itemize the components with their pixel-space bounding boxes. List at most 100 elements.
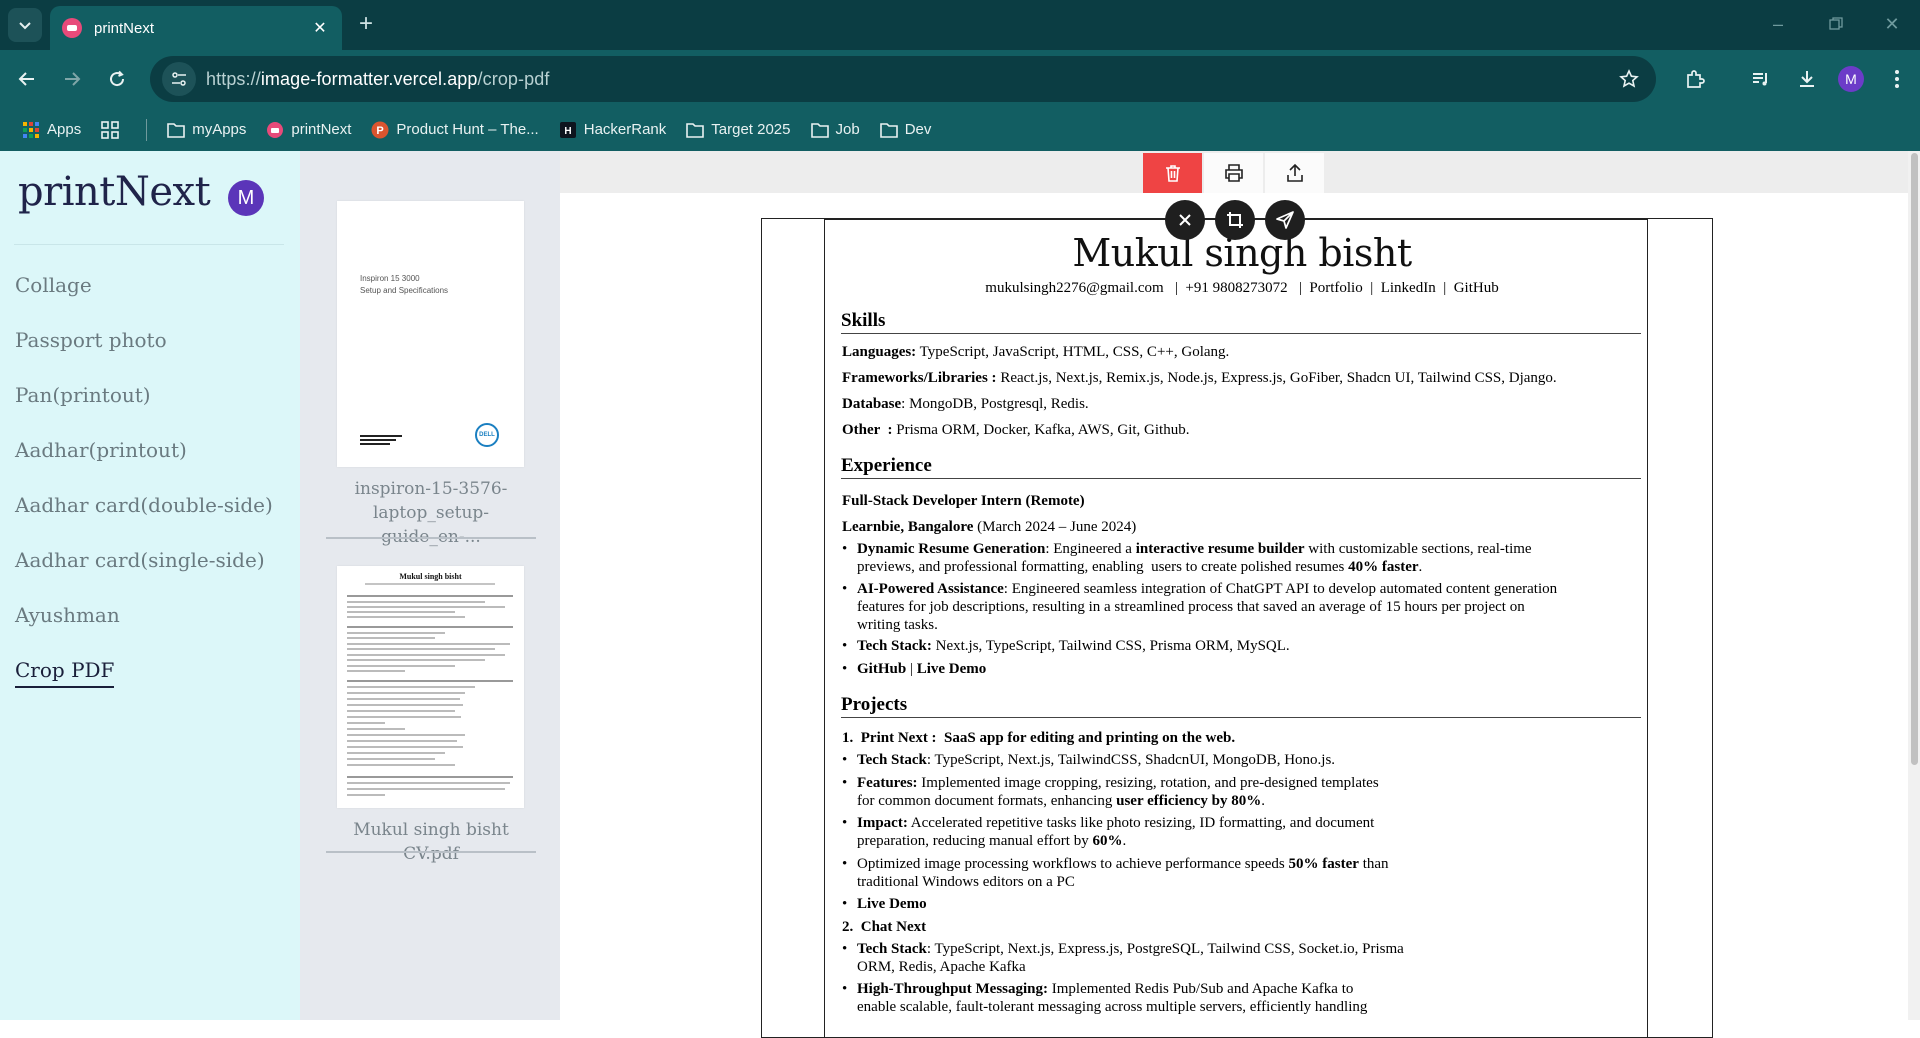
sidebar-item-label: Passport photo — [15, 328, 167, 352]
sidebar-item-aadhar-double[interactable]: Aadhar card(double-side) — [15, 489, 273, 544]
bullet-text: . — [1122, 833, 1127, 849]
playlist-icon — [1753, 73, 1767, 86]
printnext-favicon — [62, 18, 82, 38]
brand-logo[interactable]: printNext — [18, 169, 211, 215]
address-bar[interactable]: https://image-formatter.vercel.app/crop-… — [150, 56, 1656, 102]
exp-bullet: • Tech Stack: Next.js, TypeScript, Tailw… — [842, 638, 1290, 654]
reload-button[interactable] — [100, 62, 134, 96]
bookmark-product-hunt[interactable]: P Product Hunt – The... — [371, 121, 539, 139]
bullet-text: : Engineered a — [1045, 541, 1136, 557]
bookmarks-separator — [146, 118, 148, 141]
browser-tab-bar: printNext ✕ + – ✕ — [0, 0, 1920, 50]
bookmark-job[interactable]: Job — [810, 121, 860, 139]
bullet-bold: interactive resume builder — [1135, 541, 1305, 557]
scrollbar-thumb[interactable] — [1911, 153, 1918, 765]
extensions-button[interactable] — [1678, 62, 1712, 96]
bookmark-myapps[interactable]: myApps — [167, 121, 246, 139]
reload-icon — [110, 70, 125, 87]
url-text: https://image-formatter.vercel.app/crop-… — [206, 69, 549, 90]
bookmark-tab-groups[interactable] — [101, 120, 126, 139]
sidebar-item-crop-pdf[interactable]: Crop PDF — [15, 654, 273, 709]
bullet-text: ORM, Redis, Apache Kafka — [857, 959, 1026, 975]
bookmark-apps[interactable]: Apps — [22, 121, 81, 139]
close-window-button[interactable]: ✕ — [1872, 10, 1912, 38]
sidebar-item-passport-photo[interactable]: Passport photo — [15, 324, 273, 379]
bookmark-label: printNext — [291, 121, 352, 138]
exp-company: Learnbie, Bangalore (March 2024 – June 2… — [842, 518, 1136, 536]
live-demo-link[interactable]: Live Demo — [857, 896, 927, 912]
restore-window-button[interactable] — [1816, 10, 1856, 38]
file-name-line1: Mukul singh bisht CV.pdf — [353, 820, 509, 864]
bookmark-dev[interactable]: Dev — [879, 121, 931, 139]
puzzle-icon — [1687, 70, 1705, 88]
bullet-text: Accelerated repetitive tasks like photo … — [907, 815, 1375, 831]
bullet-key: Impact: — [857, 815, 908, 831]
bullet-key: Features: — [857, 775, 918, 791]
sidebar-item-aadhar-printout[interactable]: Aadhar(printout) — [15, 434, 273, 489]
chevron-down-icon — [19, 22, 31, 30]
bullet-text: with customizable sections, real-time — [1304, 541, 1532, 557]
bookmark-printnext[interactable]: printNext — [266, 121, 351, 139]
bullet-text: Next.js, TypeScript, Tailwind CSS, Prism… — [931, 638, 1290, 654]
live-demo-link[interactable]: Live Demo — [917, 661, 987, 677]
bullet-text: traditional Windows editors on a PC — [857, 874, 1075, 890]
bullet-text: : TypeScript, Next.js, TailwindCSS, Shad… — [926, 752, 1336, 768]
project-bullet: • High-Throughput Messaging: Implemented… — [842, 981, 1368, 1015]
sidebar-item-pan-printout[interactable]: Pan(printout) — [15, 379, 273, 434]
bookmark-star-icon[interactable] — [1616, 66, 1642, 92]
skill-key: Frameworks/Libraries : — [842, 370, 997, 386]
downloads-button[interactable] — [1790, 62, 1824, 96]
project-bullet: • Live Demo — [842, 896, 927, 912]
sidebar-item-aadhar-single[interactable]: Aadhar card(single-side) — [15, 544, 273, 599]
cancel-crop-button[interactable] — [1165, 200, 1205, 240]
sidebar-item-label: Aadhar card(single-side) — [15, 548, 265, 572]
tab-search-button[interactable] — [8, 8, 42, 42]
close-icon — [1179, 214, 1191, 226]
exp-company-name: Learnbie, Bangalore — [842, 519, 974, 535]
profile-avatar[interactable]: M — [1838, 66, 1864, 92]
more-vertical-icon — [1895, 70, 1899, 88]
thumb-title: Mukul singh bisht — [399, 572, 462, 581]
cv-thumbnail-lines — [347, 583, 513, 796]
restore-icon — [1829, 17, 1843, 30]
thumb-title: Inspiron 15 3000 — [360, 274, 420, 283]
github-link[interactable]: GitHub — [857, 661, 906, 677]
arrow-left-icon — [18, 72, 34, 86]
skill-languages: Languages: TypeScript, JavaScript, HTML,… — [842, 343, 1229, 361]
sidebar-item-collage[interactable]: Collage — [15, 269, 273, 324]
bullet-key: High-Throughput Messaging: — [857, 981, 1049, 997]
skill-frameworks: Frameworks/Libraries : React.js, Next.js… — [842, 369, 1557, 387]
sidebar-item-label: Aadhar(printout) — [15, 438, 187, 462]
new-tab-button[interactable]: + — [352, 10, 380, 38]
browser-menu-button[interactable] — [1880, 62, 1914, 96]
skill-key: Database — [842, 396, 902, 412]
sidebar-item-label: Collage — [15, 273, 92, 297]
skill-value: Prisma ORM, Docker, Kafka, AWS, Git, Git… — [892, 422, 1190, 438]
exp-bullet: • AI-Powered Assistance: Engineered seam… — [842, 581, 1558, 633]
back-button[interactable] — [10, 62, 44, 96]
site-info-icon[interactable] — [162, 62, 196, 96]
exp-dates: (March 2024 – June 2024) — [973, 519, 1137, 535]
folder-icon — [167, 121, 186, 139]
bookmark-target-2025[interactable]: Target 2025 — [686, 121, 791, 139]
skill-key: Languages: — [842, 344, 917, 360]
bullet-text: Implemented Redis Pub/Sub and Apache Kaf… — [1048, 981, 1354, 997]
bullet-bold: 60% — [1092, 833, 1123, 849]
section-skills: Skills — [841, 310, 1641, 334]
bullet-key: Tech Stack — [857, 941, 927, 957]
browser-tab-active[interactable]: printNext ✕ — [50, 6, 342, 50]
sidebar-item-label: Ayushman — [15, 603, 120, 627]
sidebar-item-ayushman[interactable]: Ayushman — [15, 599, 273, 654]
crop-button[interactable] — [1215, 200, 1255, 240]
send-button[interactable] — [1265, 200, 1305, 240]
bullet-text: | — [906, 661, 917, 677]
url-host: image-formatter.vercel.app — [260, 68, 478, 89]
media-controls-button[interactable] — [1744, 62, 1778, 96]
user-avatar[interactable]: M — [228, 180, 264, 216]
bullet-text: features for job descriptions, resulting… — [857, 599, 1525, 615]
minimize-window-button[interactable]: – — [1758, 10, 1798, 38]
forward-button[interactable] — [55, 62, 89, 96]
bookmark-hackerrank[interactable]: H HackerRank — [559, 121, 666, 139]
file-card-cv[interactable]: Mukul singh bisht Mukul singh bisht CV.p… — [326, 566, 536, 866]
close-tab-icon[interactable]: ✕ — [310, 18, 330, 38]
